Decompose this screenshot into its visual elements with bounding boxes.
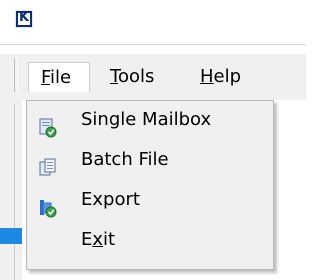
exit-mnemonic: x (92, 229, 104, 250)
mailbox-document-check-icon (39, 118, 57, 138)
menu-item-label: Batch File (81, 149, 169, 170)
menu-item-label: Export (81, 189, 140, 210)
app-logo-icon[interactable] (15, 10, 33, 28)
menu-file-mnemonic: F (41, 67, 51, 88)
exit-label-start: E (81, 229, 93, 250)
menu-tools-rest: ools (117, 66, 155, 87)
menu-item-export[interactable]: Export (27, 189, 273, 227)
background-window-edge (0, 100, 22, 280)
menu-file[interactable]: File (28, 62, 90, 92)
file-dropdown-menu: Single Mailbox Batch File Export Exit (26, 100, 274, 270)
menu-tools-mnemonic: T (110, 66, 118, 87)
exit-label-end: it (103, 229, 116, 250)
menu-item-label: Single Mailbox (81, 109, 212, 130)
menubar-grip[interactable] (14, 58, 18, 92)
menu-item-batch-file[interactable]: Batch File (27, 149, 273, 187)
menu-item-single-mailbox[interactable]: Single Mailbox (27, 109, 273, 147)
menu-help[interactable]: Help (200, 62, 241, 92)
menu-help-mnemonic: H (200, 66, 214, 87)
title-bar (0, 0, 306, 45)
menu-item-label: Exit (81, 229, 115, 267)
background-selection-bar (0, 228, 22, 244)
menu-help-rest: elp (213, 66, 242, 87)
menu-item-exit[interactable]: Exit (27, 229, 273, 267)
menu-file-rest: ile (50, 67, 72, 88)
menu-tools[interactable]: Tools (110, 62, 154, 92)
window-edge-line (14, 104, 15, 280)
batch-file-icon (39, 158, 57, 178)
export-check-icon (39, 198, 57, 218)
